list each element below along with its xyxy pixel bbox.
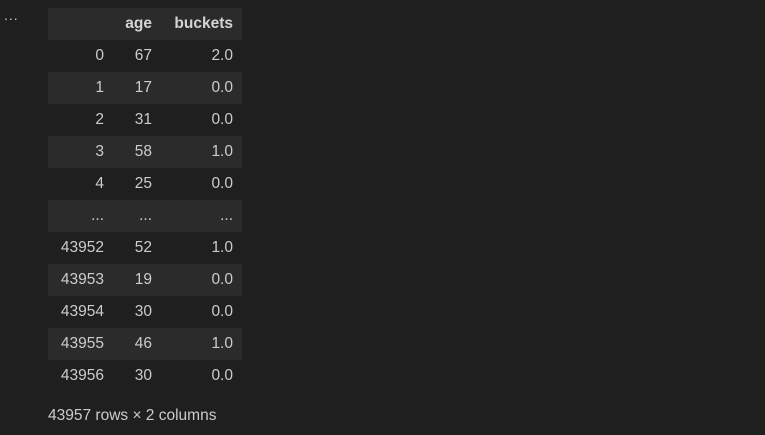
buckets-cell: 0.0 bbox=[211, 111, 233, 128]
table-row: 0 67 2.0 bbox=[48, 40, 242, 72]
buckets-cell: ... bbox=[220, 207, 233, 224]
table-row: 43953 19 0.0 bbox=[48, 264, 242, 296]
age-cell: ... bbox=[139, 207, 152, 224]
age-cell: 52 bbox=[134, 239, 152, 256]
buckets-cell: 1.0 bbox=[211, 143, 233, 160]
buckets-cell: 0.0 bbox=[211, 271, 233, 288]
table-row: 43955 46 1.0 bbox=[48, 328, 242, 360]
age-cell: 67 bbox=[134, 47, 152, 64]
age-cell: 31 bbox=[134, 111, 152, 128]
dataframe-shape-summary: 43957 rows × 2 columns bbox=[48, 407, 217, 424]
table-header-row: age buckets bbox=[48, 8, 242, 40]
table-row: 4 25 0.0 bbox=[48, 168, 242, 200]
index-header bbox=[48, 8, 104, 40]
age-cell: 19 bbox=[134, 271, 152, 288]
table-row: 1 17 0.0 bbox=[48, 72, 242, 104]
table-row: 43954 30 0.0 bbox=[48, 296, 242, 328]
column-header-buckets: buckets bbox=[174, 15, 233, 32]
table-row: 2 31 0.0 bbox=[48, 104, 242, 136]
age-cell: 25 bbox=[134, 175, 152, 192]
row-index: 43954 bbox=[60, 303, 104, 320]
row-index: ... bbox=[91, 207, 104, 224]
dataframe-output: age buckets 0 67 2.0 1 17 0.0 2 31 0.0 3 bbox=[48, 8, 242, 425]
row-index: 4 bbox=[95, 175, 104, 192]
cell-output-menu-icon[interactable]: ... bbox=[4, 6, 24, 24]
buckets-cell: 0.0 bbox=[211, 367, 233, 384]
table-row: 43952 52 1.0 bbox=[48, 232, 242, 264]
buckets-cell: 0.0 bbox=[211, 303, 233, 320]
table-row: 3 58 1.0 bbox=[48, 136, 242, 168]
buckets-cell: 2.0 bbox=[211, 47, 233, 64]
table-row: 43956 30 0.0 bbox=[48, 360, 242, 392]
row-index: 43952 bbox=[60, 239, 104, 256]
row-index: 0 bbox=[95, 47, 104, 64]
row-index: 1 bbox=[95, 79, 104, 96]
row-index: 43956 bbox=[60, 367, 104, 384]
age-cell: 30 bbox=[134, 367, 152, 384]
buckets-cell: 0.0 bbox=[211, 79, 233, 96]
row-index: 43955 bbox=[60, 335, 104, 352]
buckets-cell: 0.0 bbox=[211, 175, 233, 192]
row-index: 43953 bbox=[60, 271, 104, 288]
buckets-cell: 1.0 bbox=[211, 239, 233, 256]
age-cell: 58 bbox=[134, 143, 152, 160]
row-index: 2 bbox=[95, 111, 104, 128]
column-header-age: age bbox=[125, 15, 152, 32]
age-cell: 30 bbox=[134, 303, 152, 320]
age-cell: 17 bbox=[134, 79, 152, 96]
table-row-ellipsis: ... ... ... bbox=[48, 200, 242, 232]
row-index: 3 bbox=[95, 143, 104, 160]
dataframe-table: age buckets 0 67 2.0 1 17 0.0 2 31 0.0 3 bbox=[48, 8, 242, 392]
buckets-cell: 1.0 bbox=[211, 335, 233, 352]
age-cell: 46 bbox=[134, 335, 152, 352]
